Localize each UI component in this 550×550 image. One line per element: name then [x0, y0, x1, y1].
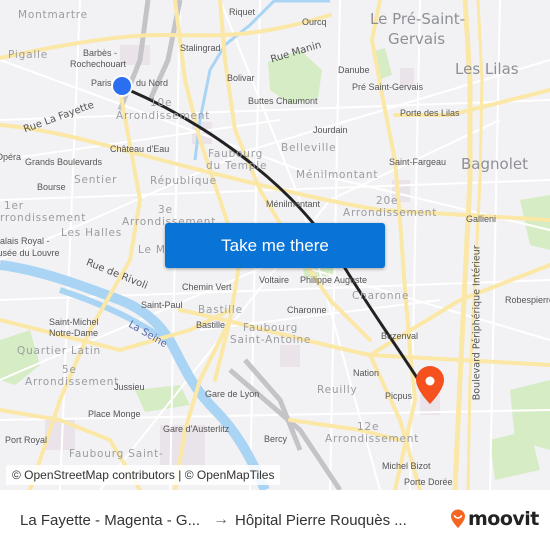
station-label: Ourcq	[302, 17, 327, 27]
district-label: 20e	[376, 195, 399, 207]
station-label: Port Royal	[5, 435, 48, 445]
station-label: Place Monge	[88, 409, 141, 419]
origin-marker[interactable]	[111, 75, 133, 97]
district-label: Arrondissement	[25, 376, 120, 388]
attribution-text: © OpenStreetMap contributors | © OpenMap…	[12, 468, 275, 482]
station-label: Palais Royal -	[0, 236, 50, 246]
station-label: Musée du Louvre	[0, 248, 60, 258]
take-me-there-button[interactable]: Take me there	[165, 223, 385, 268]
district-label: Saint-Antoine	[230, 334, 312, 346]
district-label: Ménilmontant	[296, 169, 379, 181]
district-label: Faubourg Saint-	[69, 448, 164, 460]
station-label: Philippe Auguste	[300, 275, 368, 285]
station-label: Château d'Eau	[110, 144, 170, 154]
station-label: Robespierre	[505, 295, 550, 305]
district-label: Belleville	[281, 142, 337, 154]
map-canvas[interactable]: Montmartre Pigalle 10e Arrondissement Fa…	[0, 0, 550, 490]
street-label: Boulevard Périphérique Intérieur	[471, 245, 483, 401]
station-label: Bourse	[37, 182, 66, 192]
district-label: 3e	[158, 204, 173, 216]
station-label: Buttes Chaumont	[248, 96, 318, 106]
station-label: Picpus	[385, 391, 413, 401]
district-label: 5e	[62, 364, 77, 376]
station-label: Porte des Lilas	[400, 108, 460, 118]
station-label: Porte Dorée	[404, 477, 453, 487]
origin-dot-icon	[113, 77, 131, 95]
district-label: Montmartre	[18, 9, 88, 21]
station-label: Charonne	[287, 305, 327, 315]
station-label: Bercy	[264, 434, 288, 444]
commune-label: Le Pré-Saint-	[370, 10, 466, 28]
station-label: Voltaire	[259, 275, 290, 285]
station-label: Opéra	[0, 152, 22, 162]
district-label: Faubourg	[208, 148, 264, 160]
moovit-pin-icon	[451, 509, 465, 528]
map-pin-hole	[425, 376, 435, 386]
station-label: Saint-Paul	[141, 300, 183, 310]
station-label: Jussieu	[114, 382, 145, 392]
district-label: République	[150, 175, 217, 187]
station-label: Rochechouart	[70, 59, 127, 69]
station-label: Barbès -	[83, 48, 118, 58]
district-label: Arrondissement	[116, 110, 211, 122]
district-label: 1er	[4, 200, 24, 212]
commune-label: Gervais	[388, 30, 446, 48]
district-label: Quartier Latin	[17, 345, 101, 357]
moovit-logo[interactable]: moovit	[450, 508, 539, 530]
park	[520, 195, 550, 250]
area	[280, 345, 300, 367]
district-label: Les Halles	[61, 227, 123, 239]
district-label: Faubourg	[243, 322, 299, 334]
district-label: Arrondissement	[343, 207, 438, 219]
commune-label: Les Lilas	[455, 60, 519, 78]
station-label: Paris	[91, 78, 112, 88]
district-label: Sentier	[74, 174, 118, 186]
station-label: Notre-Dame	[49, 328, 99, 338]
station-label: Bastille	[196, 320, 226, 330]
station-label: Riquet	[229, 7, 256, 17]
district-label: Bastille	[198, 304, 243, 316]
station-label: Saint-Fargeau	[389, 157, 447, 167]
destination-name: Hôpital Pierre Rouquès ...	[235, 511, 407, 529]
station-label: Michel Bizot	[382, 461, 431, 471]
station-label: Stalingrad	[180, 43, 221, 53]
station-label: Danube	[338, 65, 370, 75]
station-label: Grands Boulevards	[25, 157, 103, 167]
district-label: du Temple	[206, 160, 268, 172]
origin-stop-name: La Fayette - Magenta - G...	[20, 511, 201, 529]
district-label: Arrondissement	[325, 433, 420, 445]
commune-label: Bagnolet	[461, 155, 528, 173]
station-label: Gare d'Austerlitz	[163, 424, 230, 434]
station-label: Gare de Lyon	[205, 389, 260, 399]
station-label: Chemin Vert	[182, 282, 232, 292]
station-label: Ménilmontant	[266, 199, 321, 209]
district-label: Reuilly	[317, 384, 358, 396]
district-label: 10e	[150, 97, 173, 109]
arrow-right-icon: →	[213, 511, 229, 528]
moovit-wordmark: moovit	[468, 508, 539, 530]
station-label: Nation	[353, 368, 380, 378]
station-label: Gallieni	[466, 214, 497, 224]
district-label: Arrondissement	[0, 212, 87, 224]
station-label: du Nord	[136, 78, 169, 88]
district-label: 12e	[357, 421, 380, 433]
district-label: Charonne	[352, 290, 410, 302]
station-label: Bolivar	[227, 73, 255, 83]
station-label: Pré Saint-Gervais	[352, 82, 424, 92]
station-label: Saint-Michel	[49, 317, 99, 327]
district-label: Pigalle	[8, 49, 49, 61]
station-label: Jourdain	[313, 125, 348, 135]
station-label: Buzenval	[381, 331, 419, 341]
map-attribution[interactable]: © OpenStreetMap contributors | © OpenMap…	[6, 465, 281, 485]
